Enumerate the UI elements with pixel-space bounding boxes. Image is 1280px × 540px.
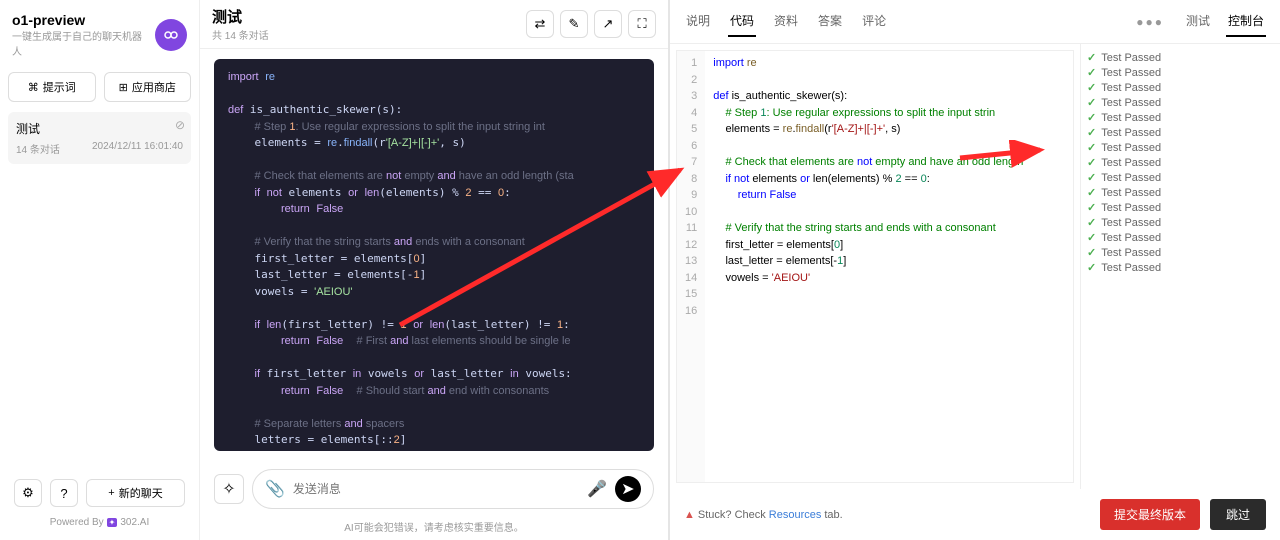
output-tabs: 测试控制台 — [1184, 6, 1266, 37]
share-icon: ↗ — [603, 16, 614, 32]
test-result-row: ✓Test Passed — [1087, 215, 1274, 230]
wand-icon: ✧ — [222, 479, 235, 499]
check-icon: ✓ — [1087, 51, 1096, 64]
line-gutter: 12345678910111213141516 — [677, 51, 705, 482]
warning-icon: ▲ — [684, 509, 695, 521]
check-icon: ✓ — [1087, 141, 1096, 154]
share-button[interactable]: ↗ — [594, 10, 622, 38]
test-result-row: ✓Test Passed — [1087, 140, 1274, 155]
pencil-icon: ✎ — [569, 16, 580, 32]
test-result-row: ✓Test Passed — [1087, 125, 1274, 140]
edit-button[interactable]: ✎ — [560, 10, 588, 38]
ai-code-response: import re def is_authentic_skewer(s): # … — [214, 59, 654, 451]
editor-content[interactable]: import re def is_authentic_skewer(s): # … — [705, 51, 1073, 482]
skip-button[interactable]: 跳过 — [1210, 499, 1266, 530]
test-result-row: ✓Test Passed — [1087, 50, 1274, 65]
message-input[interactable] — [293, 482, 579, 496]
check-icon: ✓ — [1087, 201, 1096, 214]
settings-button[interactable]: ⚙ — [14, 479, 42, 507]
main-tabs: 说明代码资料答案评论 — [684, 6, 888, 37]
check-icon: ✓ — [1087, 186, 1096, 199]
check-icon: ✓ — [1087, 111, 1096, 124]
prompt-icon: ⌘ — [28, 81, 39, 94]
brand-title: o1-preview — [12, 12, 147, 28]
help-icon: ? — [60, 486, 67, 501]
sidebar: o1-preview 一键生成属于自己的聊天机器人 ⌘提示词 ⊞应用商店 ⊘ 测… — [0, 0, 200, 540]
swap-button[interactable]: ⇄ — [526, 10, 554, 38]
stuck-hint: ▲ Stuck? Check Resources tab. — [684, 509, 843, 521]
swap-icon: ⇄ — [535, 16, 546, 32]
tools-button[interactable]: ✧ — [214, 474, 244, 504]
plus-icon: + — [108, 487, 114, 499]
test-result-row: ✓Test Passed — [1087, 230, 1274, 245]
check-icon: ✓ — [1087, 81, 1096, 94]
more-button[interactable]: ●●● — [1136, 15, 1164, 29]
tab-控制台[interactable]: 控制台 — [1226, 6, 1266, 37]
check-icon: ✓ — [1087, 96, 1096, 109]
expand-icon: ⛶ — [637, 16, 646, 32]
brand-logo-icon — [155, 19, 187, 51]
check-icon: ✓ — [1087, 231, 1096, 244]
test-result-row: ✓Test Passed — [1087, 65, 1274, 80]
attachment-icon[interactable]: 📎 — [265, 479, 285, 499]
tab-测试[interactable]: 测试 — [1184, 6, 1212, 37]
prompt-button[interactable]: ⌘提示词 — [8, 72, 96, 102]
check-icon: ✓ — [1087, 171, 1096, 184]
check-icon: ✓ — [1087, 66, 1096, 79]
check-icon: ✓ — [1087, 261, 1096, 274]
tab-答案[interactable]: 答案 — [816, 6, 844, 37]
test-result-row: ✓Test Passed — [1087, 260, 1274, 275]
app-store-button[interactable]: ⊞应用商店 — [104, 72, 192, 102]
disclaimer-text: AI可能会犯错误，请考虑核实重要信息。 — [200, 517, 668, 540]
test-result-row: ✓Test Passed — [1087, 80, 1274, 95]
brand-subtitle: 一键生成属于自己的聊天机器人 — [12, 28, 147, 58]
chat-panel: 测试 共 14 条对话 ⇄ ✎ ↗ ⛶ import re def is_aut… — [200, 0, 670, 540]
test-result-row: ✓Test Passed — [1087, 95, 1274, 110]
page-subtitle: 共 14 条对话 — [212, 27, 269, 42]
resources-link[interactable]: Resources — [769, 509, 822, 521]
test-result-row: ✓Test Passed — [1087, 200, 1274, 215]
check-icon: ✓ — [1087, 246, 1096, 259]
test-result-row: ✓Test Passed — [1087, 245, 1274, 260]
page-title: 测试 — [212, 6, 269, 27]
chat-item-title: 测试 — [16, 120, 183, 137]
help-button[interactable]: ? — [50, 479, 78, 507]
code-editor[interactable]: 12345678910111213141516 import re def is… — [676, 50, 1074, 483]
test-result-row: ✓Test Passed — [1087, 185, 1274, 200]
check-icon: ✓ — [1087, 216, 1096, 229]
test-results: ✓Test Passed✓Test Passed✓Test Passed✓Tes… — [1080, 44, 1280, 489]
grid-icon: ⊞ — [119, 81, 128, 94]
test-result-row: ✓Test Passed — [1087, 110, 1274, 125]
check-icon: ✓ — [1087, 126, 1096, 139]
powered-by: Powered By ✦ 302.AI — [8, 513, 191, 532]
check-icon: ✓ — [1087, 156, 1096, 169]
chat-item-time: 2024/12/11 16:01:40 — [92, 141, 183, 156]
send-icon: ➤ — [621, 479, 634, 499]
tab-说明[interactable]: 说明 — [684, 6, 712, 37]
send-button[interactable]: ➤ — [610, 471, 647, 508]
brand-badge-icon: ✦ — [107, 518, 118, 527]
close-icon[interactable]: ⊘ — [175, 118, 185, 132]
tab-代码[interactable]: 代码 — [728, 6, 756, 37]
message-input-container: 📎 🎤 ➤ — [252, 469, 654, 509]
submit-button[interactable]: 提交最终版本 — [1100, 499, 1200, 530]
tab-资料[interactable]: 资料 — [772, 6, 800, 37]
test-result-row: ✓Test Passed — [1087, 155, 1274, 170]
new-chat-button[interactable]: +新的聊天 — [86, 479, 185, 507]
code-panel: 说明代码资料答案评论 ●●● 测试控制台 1234567891011121314… — [670, 0, 1280, 540]
mic-icon[interactable]: 🎤 — [587, 479, 607, 499]
brand: o1-preview 一键生成属于自己的聊天机器人 — [8, 8, 191, 62]
expand-button[interactable]: ⛶ — [628, 10, 656, 38]
tab-评论[interactable]: 评论 — [860, 6, 888, 37]
test-result-row: ✓Test Passed — [1087, 170, 1274, 185]
chat-item-count: 14 条对话 — [16, 141, 60, 156]
chat-list-item[interactable]: ⊘ 测试 14 条对话 2024/12/11 16:01:40 — [8, 112, 191, 164]
gear-icon: ⚙ — [22, 485, 34, 501]
